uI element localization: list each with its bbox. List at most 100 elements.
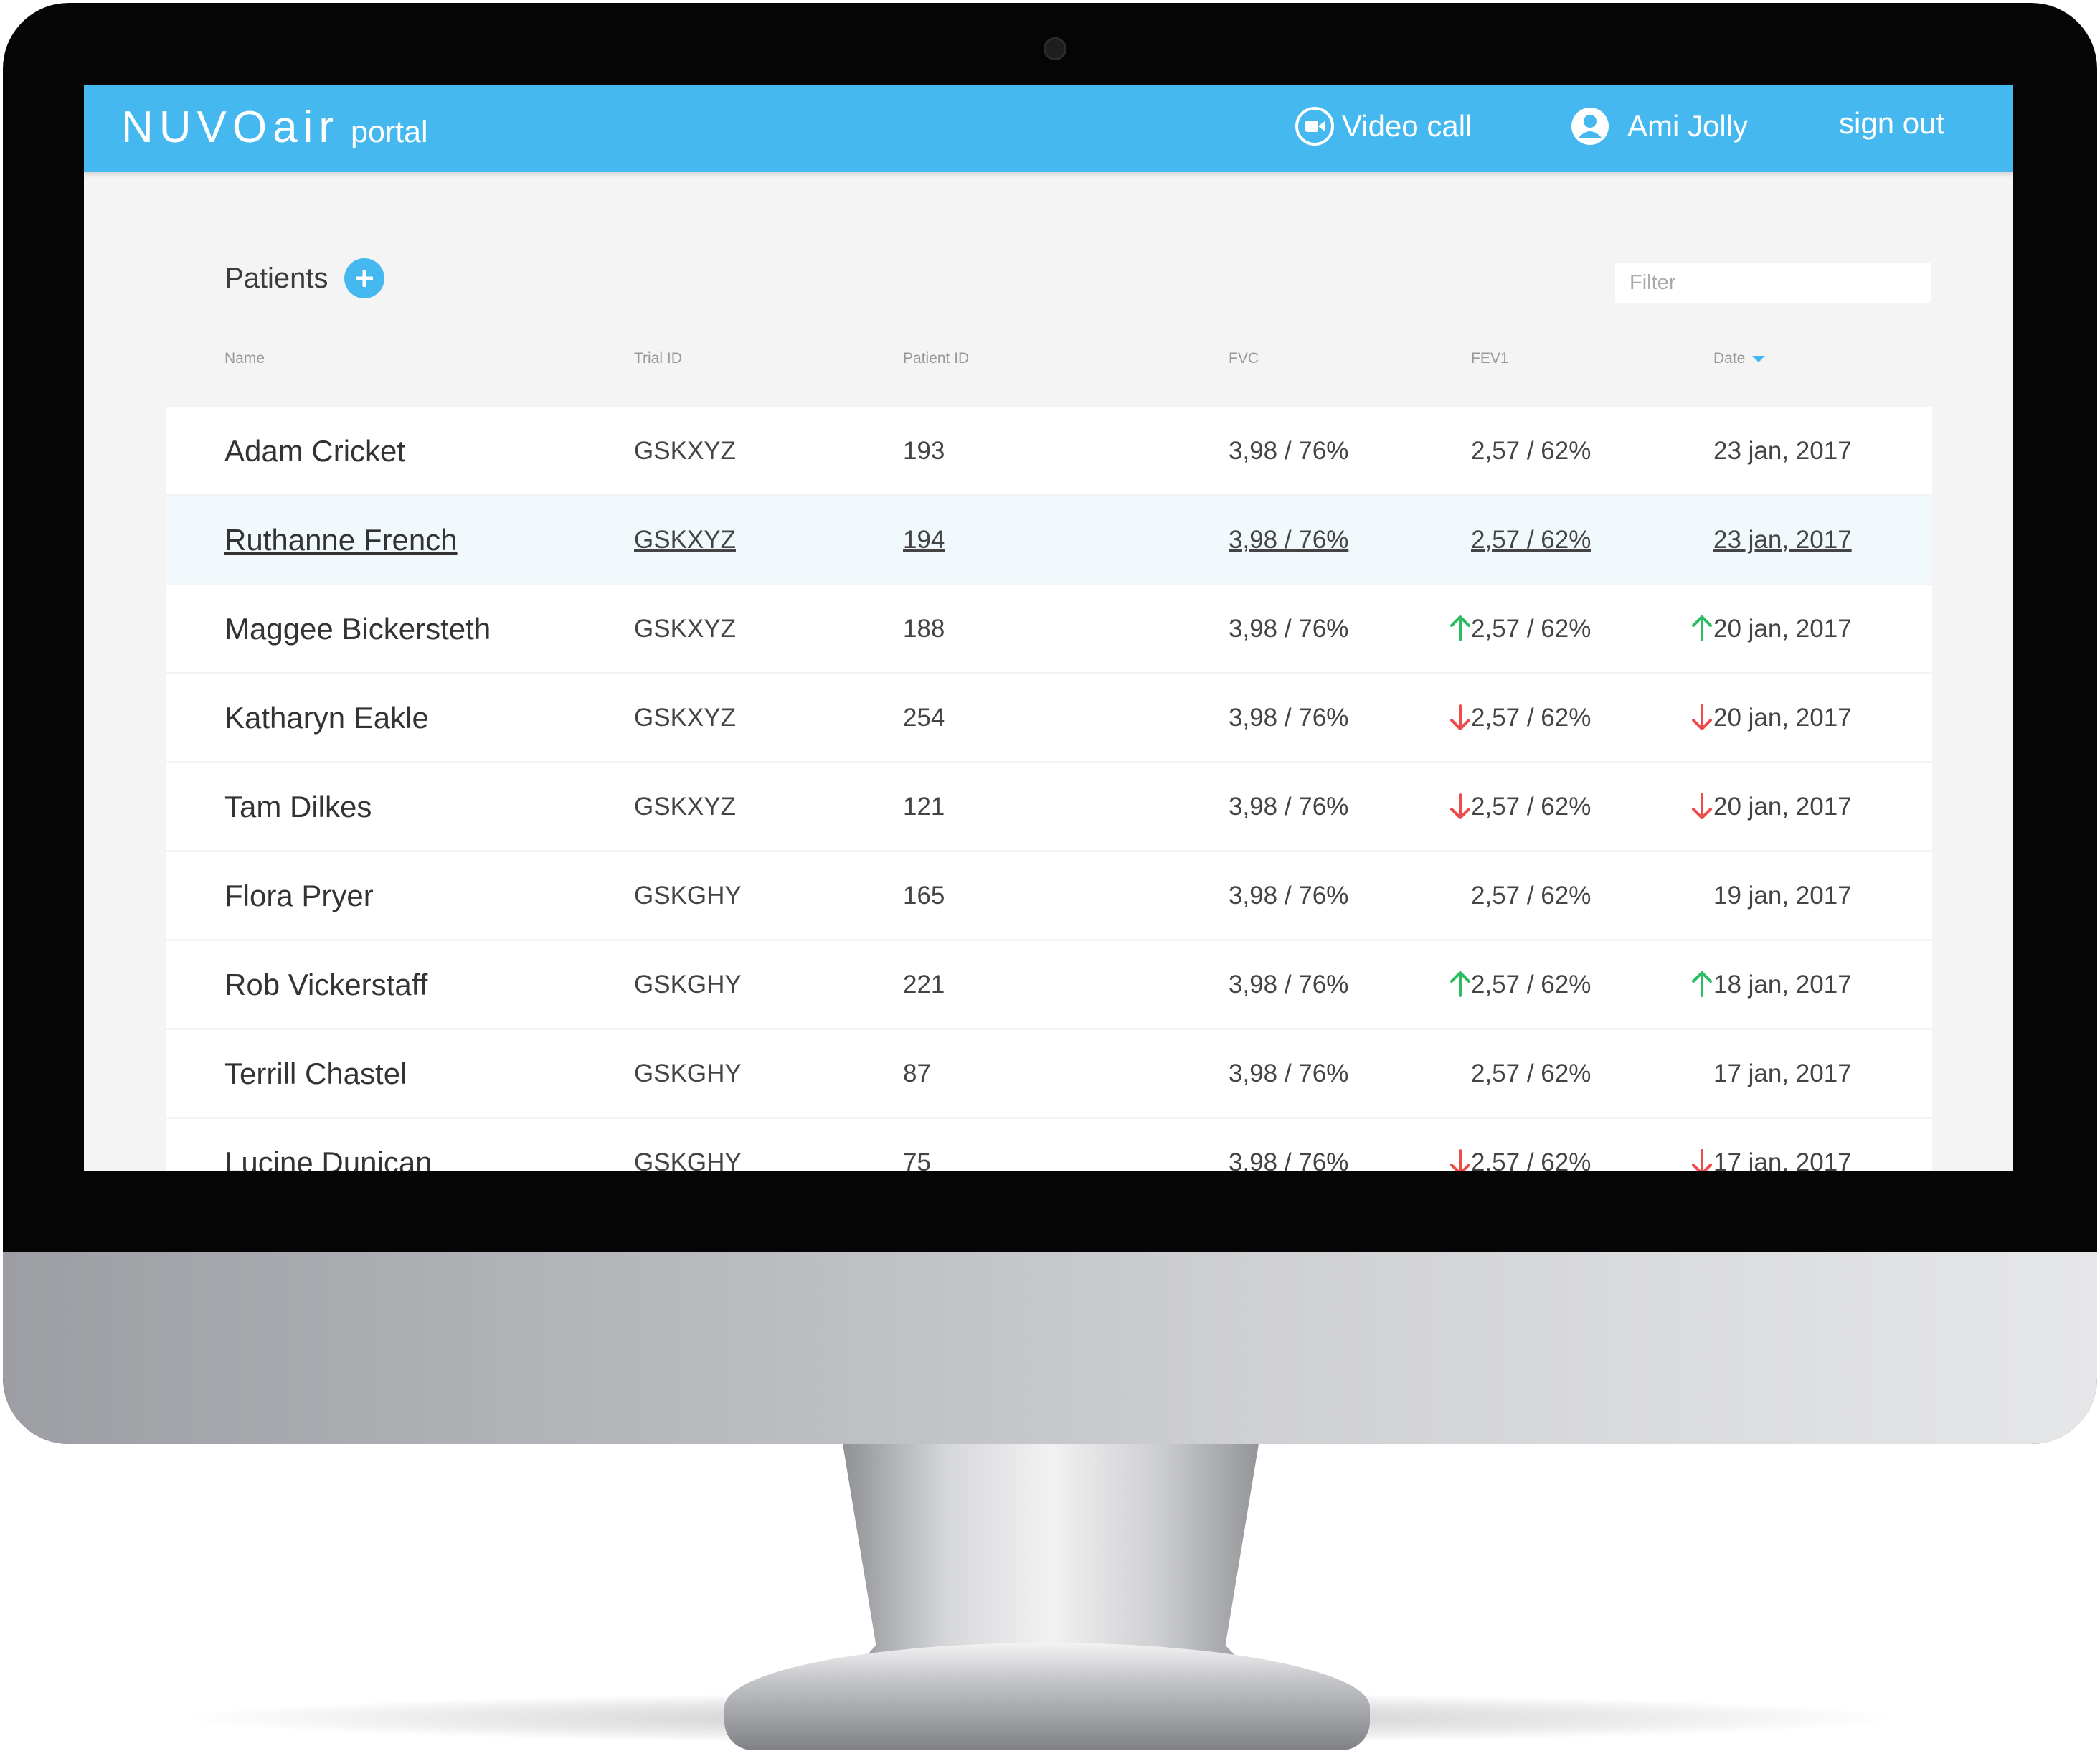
arrow-up-icon bbox=[1450, 971, 1470, 997]
table-header: Name Trial ID Patient ID FVC FEV1 Date bbox=[166, 350, 1932, 407]
fev1-value: 2,57 / 62% bbox=[1471, 526, 1591, 554]
fvc-value: 3,98 / 76% bbox=[1229, 793, 1349, 821]
sign-out-link[interactable]: sign out bbox=[1839, 106, 1944, 141]
trial-id: GSKXYZ bbox=[634, 704, 736, 732]
arrow-down-icon bbox=[1450, 1149, 1470, 1171]
arrow-up-icon bbox=[1692, 971, 1712, 997]
plus-icon bbox=[355, 270, 373, 287]
fev1-value: 2,57 / 62% bbox=[1471, 615, 1591, 643]
monitor-chin bbox=[3, 1252, 2097, 1444]
patient-name[interactable]: Terrill Chastel bbox=[224, 1030, 407, 1117]
patient-name[interactable]: Flora Pryer bbox=[224, 852, 374, 939]
patient-name[interactable]: Tam Dilkes bbox=[224, 763, 372, 850]
monitor-stand-base bbox=[724, 1643, 1370, 1750]
user-avatar-icon bbox=[1571, 108, 1609, 145]
column-header-patient-id[interactable]: Patient ID bbox=[903, 350, 969, 367]
table-row[interactable]: Tam Dilkes GSKXYZ 121 3,98 / 76% 2,57 / 62% 2… bbox=[166, 763, 1932, 850]
patient-name[interactable]: Lucine Dunican bbox=[224, 1119, 432, 1171]
measurement-date: 23 jan, 2017 bbox=[1713, 526, 1852, 554]
arrow-down-icon bbox=[1692, 704, 1712, 730]
video-call-button[interactable]: Video call bbox=[1295, 106, 1472, 146]
webcam-icon bbox=[1044, 37, 1066, 60]
add-patient-button[interactable] bbox=[344, 258, 384, 298]
arrow-down-icon bbox=[1450, 793, 1470, 819]
patient-id: 194 bbox=[903, 526, 945, 554]
table-row[interactable]: Katharyn Eakle GSKXYZ 254 3,98 / 76% 2,57 / … bbox=[166, 674, 1932, 761]
measurement-date: 23 jan, 2017 bbox=[1713, 437, 1852, 465]
patients-header: Patients bbox=[224, 258, 384, 298]
patient-id: 75 bbox=[903, 1148, 931, 1171]
patient-id: 188 bbox=[903, 615, 945, 643]
fvc-value: 3,98 / 76% bbox=[1229, 971, 1349, 999]
video-call-label: Video call bbox=[1342, 109, 1472, 143]
user-menu[interactable]: Ami Jolly bbox=[1570, 106, 1748, 146]
patient-name[interactable]: Adam Cricket bbox=[224, 407, 405, 494]
video-camera-icon bbox=[1295, 107, 1334, 146]
table-row[interactable]: Rob Vickerstaff GSKGHY 221 3,98 / 76% 2,57 /… bbox=[166, 941, 1932, 1028]
arrow-down-icon bbox=[1692, 1149, 1712, 1171]
patient-id: 165 bbox=[903, 882, 945, 910]
table-row[interactable]: Terrill Chastel GSKGHY 87 3,98 / 76% 2,57 / … bbox=[166, 1030, 1932, 1117]
fvc-value: 3,98 / 76% bbox=[1229, 526, 1349, 554]
fev1-value: 2,57 / 62% bbox=[1471, 1059, 1591, 1087]
user-name: Ami Jolly bbox=[1627, 109, 1749, 143]
arrow-down-icon bbox=[1450, 704, 1470, 730]
patient-name[interactable]: Maggee Bickersteth bbox=[224, 585, 491, 672]
patient-name[interactable]: Ruthanne French bbox=[224, 496, 458, 583]
table-row[interactable]: Adam Cricket GSKXYZ 193 3,98 / 76% 2,57 / 62… bbox=[166, 407, 1932, 494]
patient-name[interactable]: Rob Vickerstaff bbox=[224, 941, 427, 1028]
table-row[interactable]: Flora Pryer GSKGHY 165 3,98 / 76% 2,57 / 62%… bbox=[166, 852, 1932, 939]
table-row[interactable]: Lucine Dunican GSKGHY 75 3,98 / 76% 2,57 / 6… bbox=[166, 1119, 1932, 1171]
logo-wordmark: NUVOair bbox=[121, 103, 340, 152]
logo-subtitle: portal bbox=[351, 115, 428, 149]
patient-name[interactable]: Katharyn Eakle bbox=[224, 674, 429, 761]
fev1-value: 2,57 / 62% bbox=[1471, 1148, 1591, 1171]
fev1-value: 2,57 / 62% bbox=[1471, 437, 1591, 465]
table-body: Adam Cricket GSKXYZ 193 3,98 / 76% 2,57 / 62… bbox=[166, 407, 1932, 1171]
column-header-trial-id[interactable]: Trial ID bbox=[634, 350, 682, 367]
measurement-date: 19 jan, 2017 bbox=[1713, 882, 1852, 910]
measurement-date: 18 jan, 2017 bbox=[1713, 971, 1852, 999]
fvc-value: 3,98 / 76% bbox=[1229, 704, 1349, 732]
column-header-fvc[interactable]: FVC bbox=[1229, 350, 1259, 367]
patient-id: 87 bbox=[903, 1059, 931, 1087]
fvc-value: 3,98 / 76% bbox=[1229, 1148, 1349, 1171]
arrow-up-icon bbox=[1450, 615, 1470, 641]
table-row[interactable]: Ruthanne French GSKXYZ 194 3,98 / 76% 2,57 /… bbox=[166, 496, 1932, 583]
arrow-up-icon bbox=[1692, 615, 1712, 641]
fvc-value: 3,98 / 76% bbox=[1229, 437, 1349, 465]
filter-input[interactable] bbox=[1615, 263, 1931, 303]
measurement-date: 20 jan, 2017 bbox=[1713, 615, 1852, 643]
trial-id: GSKGHY bbox=[634, 971, 742, 999]
fvc-value: 3,98 / 76% bbox=[1229, 615, 1349, 643]
trial-id: GSKGHY bbox=[634, 1148, 742, 1171]
trial-id: GSKXYZ bbox=[634, 437, 736, 465]
measurement-date: 17 jan, 2017 bbox=[1713, 1059, 1852, 1087]
fev1-value: 2,57 / 62% bbox=[1471, 882, 1591, 910]
trial-id: GSKXYZ bbox=[634, 526, 736, 554]
patient-id: 121 bbox=[903, 793, 945, 821]
patient-id: 221 bbox=[903, 971, 945, 999]
measurement-date: 17 jan, 2017 bbox=[1713, 1148, 1852, 1171]
trial-id: GSKGHY bbox=[634, 882, 742, 910]
patient-id: 254 bbox=[903, 704, 945, 732]
column-header-date[interactable]: Date bbox=[1713, 350, 1766, 367]
column-header-fev1[interactable]: FEV1 bbox=[1471, 350, 1509, 367]
measurement-date: 20 jan, 2017 bbox=[1713, 704, 1852, 732]
fev1-value: 2,57 / 62% bbox=[1471, 793, 1591, 821]
fvc-value: 3,98 / 76% bbox=[1229, 882, 1349, 910]
fev1-value: 2,57 / 62% bbox=[1471, 971, 1591, 999]
arrow-down-icon bbox=[1692, 793, 1712, 819]
brand-logo[interactable]: NUVOair portal bbox=[121, 102, 428, 153]
page-title: Patients bbox=[224, 262, 328, 294]
trial-id: GSKXYZ bbox=[634, 793, 736, 821]
trial-id: GSKXYZ bbox=[634, 615, 736, 643]
patient-id: 193 bbox=[903, 437, 945, 465]
table-row[interactable]: Maggee Bickersteth GSKXYZ 188 3,98 / 76% 2,5… bbox=[166, 585, 1932, 672]
patients-table: Name Trial ID Patient ID FVC FEV1 Date A… bbox=[166, 350, 1932, 1171]
column-header-date-label: Date bbox=[1713, 350, 1746, 367]
column-header-name[interactable]: Name bbox=[224, 350, 265, 367]
sort-descending-icon bbox=[1752, 355, 1766, 362]
trial-id: GSKGHY bbox=[634, 1059, 742, 1087]
app-screen: NUVOair portal Video call Ami Jolly sign… bbox=[84, 85, 2013, 1171]
